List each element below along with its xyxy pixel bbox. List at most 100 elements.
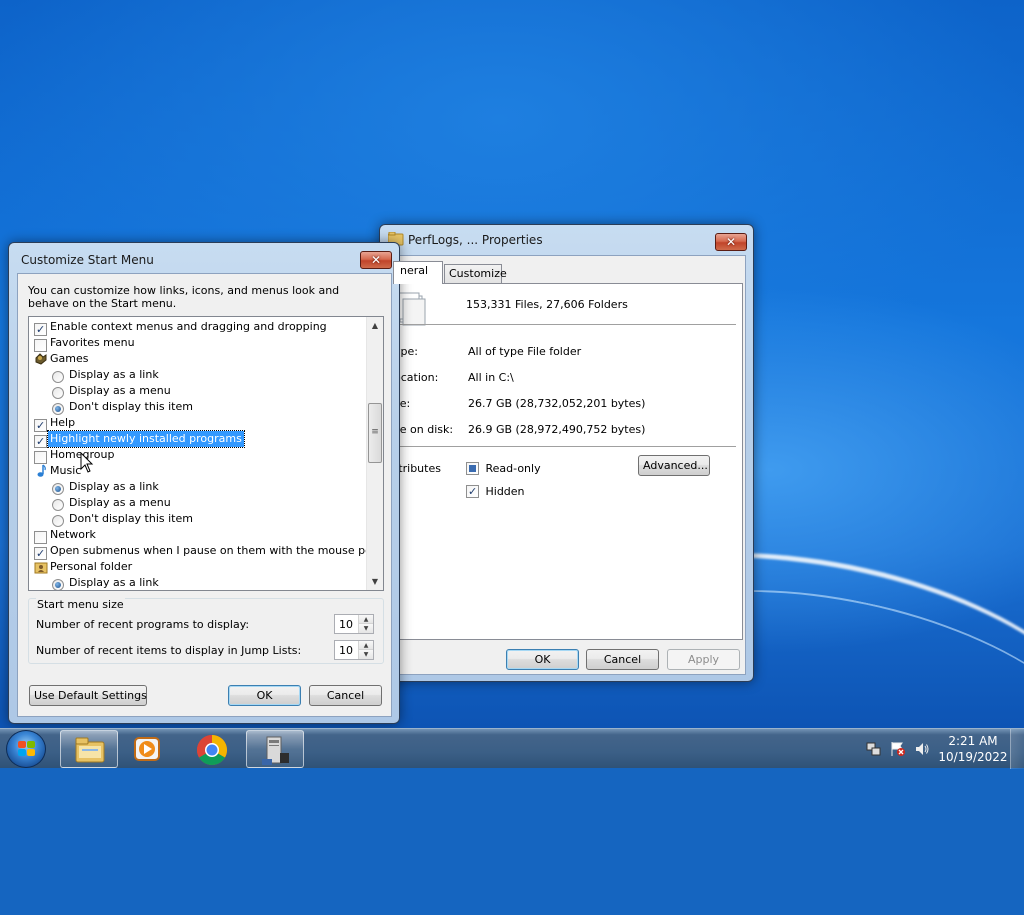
- radio-button[interactable]: [52, 387, 64, 399]
- recent-programs-spinner[interactable]: 10 ▲ ▼: [334, 614, 374, 634]
- taskbar-clock[interactable]: 2:21 AM 10/19/2022: [938, 733, 1008, 765]
- list-scrollbar[interactable]: ▲ ≡ ▼: [366, 317, 383, 590]
- properties-cancel-button[interactable]: Cancel: [586, 649, 659, 670]
- checkbox[interactable]: [34, 450, 47, 464]
- properties-apply-button[interactable]: Apply: [667, 649, 740, 670]
- list-item-label: Display as a menu: [69, 384, 171, 397]
- advanced-button[interactable]: Advanced...: [638, 455, 710, 476]
- checkbox[interactable]: [34, 530, 47, 544]
- spinner-up-icon[interactable]: ▲: [359, 615, 373, 624]
- list-item-control[interactable]: [52, 481, 64, 497]
- spinner-arrows: ▲ ▼: [358, 615, 373, 633]
- recent-items-value: 10: [339, 644, 353, 657]
- network-icon[interactable]: [866, 741, 882, 760]
- show-desktop-button[interactable]: [1010, 729, 1024, 769]
- readonly-checkbox[interactable]: [466, 461, 479, 475]
- multiple-files-icon: [396, 292, 426, 326]
- checkbox[interactable]: [34, 546, 47, 560]
- separator: [398, 324, 736, 325]
- radio-button[interactable]: [52, 499, 64, 511]
- readonly-option[interactable]: Read-only: [466, 461, 541, 475]
- list-item-label: Don't display this item: [69, 400, 193, 413]
- size-on-disk-label: ze on disk:: [394, 423, 454, 436]
- scroll-thumb[interactable]: ≡: [368, 403, 382, 463]
- start-button[interactable]: [6, 730, 46, 768]
- start-menu-size-label: Start menu size: [36, 598, 125, 611]
- list-item-control[interactable]: [34, 417, 47, 433]
- list-item-control[interactable]: [34, 337, 47, 353]
- spinner-down-icon[interactable]: ▼: [359, 650, 373, 659]
- hidden-option[interactable]: Hidden: [466, 484, 525, 498]
- customize-ok-button[interactable]: OK: [228, 685, 301, 706]
- list-item-control[interactable]: [34, 433, 47, 449]
- customize-client-area: You can customize how links, icons, and …: [17, 273, 392, 717]
- radio-button[interactable]: [52, 403, 64, 415]
- list-item-control[interactable]: [34, 545, 47, 561]
- taskbar-windows-explorer[interactable]: [60, 730, 118, 768]
- list-item-label: Highlight newly installed programs: [47, 430, 245, 448]
- separator: [398, 446, 736, 447]
- chrome-icon: [196, 734, 228, 769]
- properties-window: PerfLogs, ... Properties ✕ neral Customi…: [379, 224, 754, 682]
- taskbar-chrome[interactable]: [183, 730, 241, 768]
- size-value: 26.7 GB (28,732,052,201 bytes): [468, 397, 646, 410]
- checkbox[interactable]: [34, 322, 47, 336]
- spinner-down-icon[interactable]: ▼: [359, 624, 373, 633]
- spinner-arrows: ▲ ▼: [358, 641, 373, 659]
- scroll-down-arrow-icon[interactable]: ▼: [367, 573, 383, 590]
- radio-button[interactable]: [52, 483, 64, 495]
- media-player-icon: [133, 735, 163, 766]
- close-icon: ✕: [370, 253, 382, 267]
- music-icon: [34, 464, 48, 481]
- customize-close-button[interactable]: ✕: [360, 251, 392, 269]
- use-default-settings-button[interactable]: Use Default Settings: [29, 685, 147, 706]
- list-item-control[interactable]: [34, 449, 47, 465]
- list-item-control: [34, 464, 48, 483]
- properties-ok-button[interactable]: OK: [506, 649, 579, 670]
- location-value: All in C:\: [468, 371, 514, 384]
- list-item-control[interactable]: [52, 497, 64, 513]
- checkbox[interactable]: [34, 434, 47, 448]
- tab-general-label: neral: [400, 264, 429, 277]
- list-item-control[interactable]: [52, 577, 64, 590]
- customize-cancel-button[interactable]: Cancel: [309, 685, 382, 706]
- file-folder-counts: 153,331 Files, 27,606 Folders: [466, 298, 628, 311]
- windows-logo-icon: [18, 741, 36, 758]
- checkbox[interactable]: [34, 338, 47, 352]
- personal-folder-icon: [34, 562, 48, 577]
- mouse-cursor-icon: [80, 451, 94, 474]
- scroll-up-arrow-icon[interactable]: ▲: [367, 317, 383, 334]
- list-item-control[interactable]: [52, 369, 64, 385]
- location-label: ocation:: [394, 371, 439, 384]
- general-tab-panel: 153,331 Files, 27,606 Folders ype: All o…: [393, 283, 743, 640]
- tab-general[interactable]: neral: [393, 261, 443, 284]
- radio-button[interactable]: [52, 371, 64, 383]
- list-item-label: Display as a menu: [69, 496, 171, 509]
- taskbar-control-panel[interactable]: [246, 730, 304, 768]
- list-item-label: Music: [50, 464, 82, 477]
- checkbox[interactable]: [34, 418, 47, 432]
- radio-button[interactable]: [52, 579, 64, 590]
- list-item-label: Display as a link: [69, 368, 159, 381]
- list-item-control: [34, 560, 48, 579]
- hidden-checkbox[interactable]: [466, 484, 479, 498]
- system-tray: [862, 729, 942, 769]
- volume-icon[interactable]: [914, 741, 930, 760]
- readonly-label: Read-only: [485, 461, 541, 475]
- clock-date: 10/19/2022: [938, 750, 1008, 764]
- list-item-control: [34, 352, 48, 371]
- recent-items-spinner[interactable]: 10 ▲ ▼: [334, 640, 374, 660]
- list-item-control[interactable]: [52, 385, 64, 401]
- properties-close-button[interactable]: ✕: [715, 233, 747, 251]
- list-item-label: Display as a link: [69, 480, 159, 493]
- spinner-up-icon[interactable]: ▲: [359, 641, 373, 650]
- customize-start-menu-window: Customize Start Menu ✕ You can customize…: [8, 242, 400, 724]
- list-item-control[interactable]: [34, 529, 47, 545]
- tab-customize[interactable]: Customize: [444, 264, 507, 283]
- list-item-label: Network: [50, 528, 96, 541]
- size-on-disk-value: 26.9 GB (28,972,490,752 bytes): [468, 423, 646, 436]
- radio-button[interactable]: [52, 515, 64, 527]
- action-center-icon[interactable]: [890, 741, 906, 760]
- list-item-control[interactable]: [34, 321, 47, 337]
- taskbar-media-player[interactable]: [119, 730, 177, 768]
